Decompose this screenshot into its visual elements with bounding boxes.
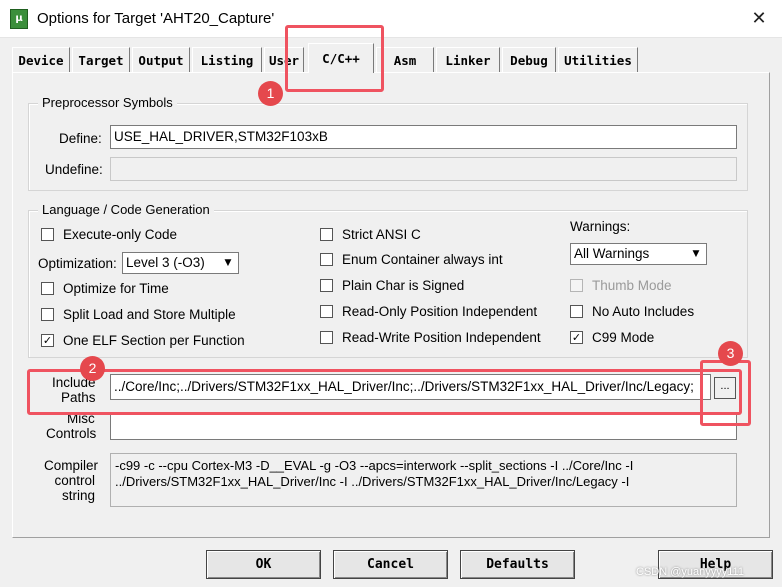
c99-mode-checkbox[interactable]: ✓ <box>570 331 583 344</box>
highlight-browse-button <box>700 360 751 426</box>
chevron-down-icon: ▼ <box>224 258 232 268</box>
title-bar: μ Options for Target 'AHT20_Capture' ✕ <box>0 0 782 38</box>
compiler-label-line1: Compiler <box>44 458 99 473</box>
tab-asm[interactable]: Asm <box>376 47 434 73</box>
execute-only-checkbox[interactable] <box>41 228 54 241</box>
tab-c-cpp[interactable]: C/C++ <box>308 43 374 73</box>
misc-label-line2: Controls <box>46 426 97 441</box>
enum-container-checkbox[interactable] <box>320 253 333 266</box>
tab-target[interactable]: Target <box>72 47 130 73</box>
tab-output[interactable]: Output <box>132 47 190 73</box>
misc-controls-label: Misc Controls <box>46 411 96 441</box>
optimization-label: Optimization: <box>38 256 117 271</box>
optimization-value: Level 3 (-O3) <box>126 255 205 270</box>
undefine-label: Undefine: <box>45 162 103 177</box>
define-input[interactable]: USE_HAL_DRIVER,STM32F103xB <box>110 125 737 149</box>
compiler-control-line1: -c99 -c --cpu Cortex-M3 -D__EVAL -g -O3 … <box>115 458 634 473</box>
annotation-badge-1: 1 <box>258 81 283 106</box>
warnings-value: All Warnings <box>574 246 650 261</box>
compiler-control-line2: ../Drivers/STM32F1xx_HAL_Driver/Inc -I .… <box>115 474 630 489</box>
annotation-badge-2: 2 <box>80 356 105 381</box>
compiler-control-text: -c99 -c --cpu Cortex-M3 -D__EVAL -g -O3 … <box>110 453 737 507</box>
keil-app-icon: μ <box>10 9 28 29</box>
c99-mode-label: C99 Mode <box>592 330 655 345</box>
warnings-select[interactable]: All Warnings ▼ <box>570 243 707 265</box>
plain-char-label: Plain Char is Signed <box>342 278 465 293</box>
compiler-control-label: Compiler control string <box>44 458 99 503</box>
ro-pi-checkbox[interactable] <box>320 305 333 318</box>
misc-controls-input[interactable] <box>110 414 737 440</box>
compiler-label-line2: control <box>54 473 95 488</box>
split-load-store-checkbox[interactable] <box>41 308 54 321</box>
thumb-mode-checkbox[interactable] <box>570 279 583 292</box>
strict-ansi-label: Strict ANSI C <box>342 227 421 242</box>
watermark: CSDN @yuanyyyy111 <box>636 566 744 578</box>
undefine-input[interactable] <box>110 157 737 181</box>
execute-only-label: Execute-only Code <box>63 227 178 242</box>
tab-debug[interactable]: Debug <box>502 47 556 73</box>
split-load-store-label: Split Load and Store Multiple <box>63 307 236 322</box>
rw-pi-checkbox[interactable] <box>320 331 333 344</box>
annotation-badge-3: 3 <box>718 341 743 366</box>
tab-linker[interactable]: Linker <box>436 47 500 73</box>
close-icon[interactable]: ✕ <box>742 4 776 34</box>
window-title: Options for Target 'AHT20_Capture' <box>37 10 275 27</box>
preprocessor-group-title: Preprocessor Symbols <box>38 95 177 110</box>
one-elf-label: One ELF Section per Function <box>63 333 245 348</box>
optimize-time-checkbox[interactable] <box>41 282 54 295</box>
chevron-down-icon: ▼ <box>692 249 700 259</box>
warnings-label: Warnings: <box>570 219 631 234</box>
define-label: Define: <box>59 131 102 146</box>
thumb-mode-label: Thumb Mode <box>592 278 672 293</box>
cancel-button[interactable]: Cancel <box>333 550 448 579</box>
ro-pi-label: Read-Only Position Independent <box>342 304 538 319</box>
defaults-button[interactable]: Defaults <box>460 550 575 579</box>
plain-char-checkbox[interactable] <box>320 279 333 292</box>
one-elf-checkbox[interactable]: ✓ <box>41 334 54 347</box>
highlight-include-paths <box>27 369 742 415</box>
tab-device[interactable]: Device <box>12 47 70 73</box>
language-group-title: Language / Code Generation <box>38 202 214 217</box>
rw-pi-label: Read-Write Position Independent <box>342 330 541 345</box>
ok-button[interactable]: OK <box>206 550 321 579</box>
no-auto-includes-label: No Auto Includes <box>592 304 695 319</box>
strict-ansi-checkbox[interactable] <box>320 228 333 241</box>
tab-listing[interactable]: Listing <box>192 47 262 73</box>
optimization-select[interactable]: Level 3 (-O3) ▼ <box>122 252 239 274</box>
optimize-time-label: Optimize for Time <box>63 281 169 296</box>
compiler-label-line3: string <box>61 488 95 503</box>
enum-container-label: Enum Container always int <box>342 252 503 267</box>
no-auto-includes-checkbox[interactable] <box>570 305 583 318</box>
tab-utilities[interactable]: Utilities <box>558 47 638 73</box>
